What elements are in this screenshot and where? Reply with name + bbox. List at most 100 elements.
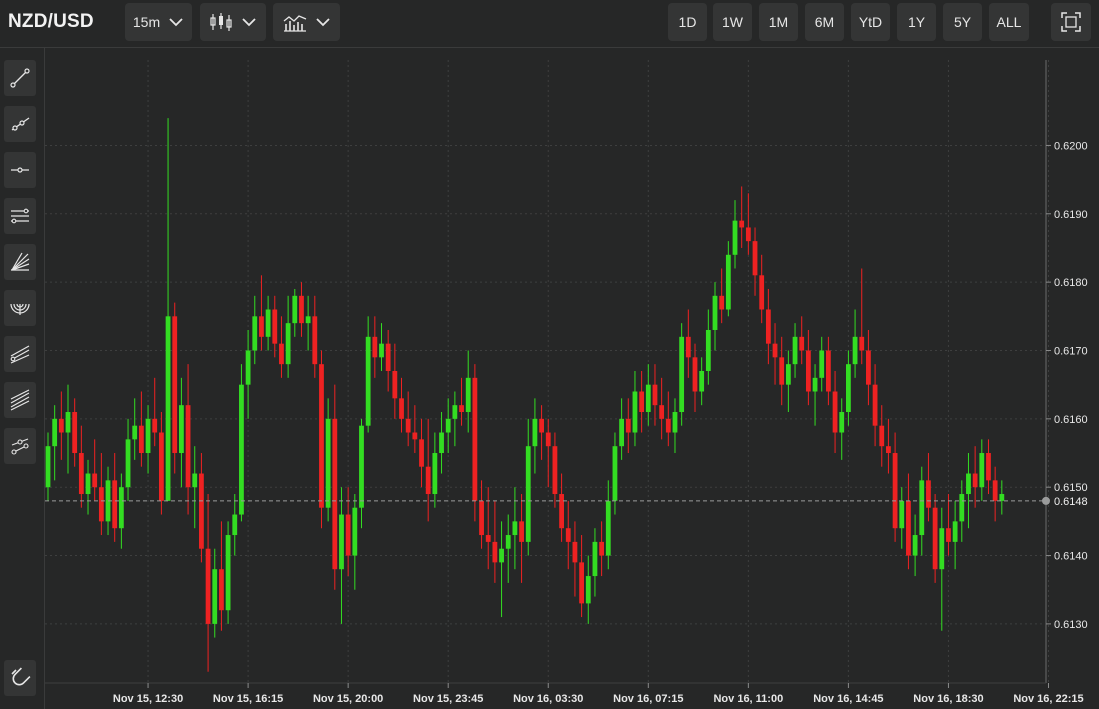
candle: [552, 432, 558, 508]
range-button-1m[interactable]: 1M: [759, 3, 798, 41]
candle-body: [892, 453, 898, 529]
range-button-5y[interactable]: 5Y: [943, 3, 982, 41]
candle-body: [92, 473, 98, 488]
candle-body: [285, 323, 291, 365]
candle-body: [692, 357, 698, 392]
candle: [505, 514, 511, 583]
candle: [759, 254, 765, 324]
candle: [652, 364, 658, 426]
tool-magnet[interactable]: [4, 660, 36, 696]
candle-body: [385, 343, 391, 371]
candle: [452, 391, 458, 447]
candle-body: [312, 316, 318, 365]
range-button-6m[interactable]: 6M: [805, 3, 844, 41]
candle-body: [479, 500, 484, 536]
candle-body: [419, 439, 424, 467]
candle-body: [572, 541, 578, 563]
candle: [492, 500, 498, 583]
candle-body: [959, 494, 965, 522]
candle-body: [785, 364, 791, 385]
candle: [619, 398, 625, 460]
candle: [739, 186, 745, 248]
candle: [259, 275, 264, 351]
fib-fan-icon: [11, 252, 30, 271]
candle-body: [45, 446, 51, 488]
tool-path[interactable]: [4, 428, 36, 464]
x-tick-label: Nov 16, 22:15: [1013, 693, 1083, 705]
x-tick-label: Nov 16, 18:30: [913, 693, 983, 705]
range-button-ytd[interactable]: YtD: [851, 3, 890, 41]
candle-body: [259, 316, 264, 337]
candle-body: [872, 384, 878, 426]
fullscreen-button[interactable]: [1051, 3, 1091, 41]
candle-body: [452, 405, 458, 419]
candle-body: [732, 220, 738, 255]
candle-body: [212, 569, 218, 624]
candle-body: [305, 316, 311, 324]
candle: [512, 487, 518, 570]
tool-fib-fan[interactable]: [4, 244, 36, 280]
candle: [939, 507, 945, 631]
candle: [799, 316, 805, 365]
candle: [812, 364, 818, 426]
tool-ray[interactable]: [4, 106, 36, 142]
candle-body: [792, 336, 798, 365]
range-button-all[interactable]: ALL: [989, 3, 1029, 41]
horizontal-line-icon: [11, 167, 29, 173]
candle-body: [265, 309, 271, 337]
price-chart[interactable]: 0.6148 0.61300.61400.61500.61600.61700.6…: [45, 48, 1099, 709]
candle-body: [65, 412, 71, 433]
candle: [78, 425, 84, 508]
candle: [158, 412, 164, 515]
candlestick-icon: [210, 13, 232, 31]
interval-dropdown[interactable]: 15m: [125, 3, 192, 41]
tool-fib-arc[interactable]: [4, 290, 36, 326]
range-button-1d[interactable]: 1D: [668, 3, 707, 41]
candle-body: [98, 487, 104, 522]
candle: [219, 521, 224, 631]
candle: [472, 364, 478, 522]
tool-horizontal-line[interactable]: [4, 152, 36, 188]
candle: [312, 295, 318, 378]
candle-body: [459, 405, 464, 413]
candle-body: [685, 336, 691, 358]
range-button-1y[interactable]: 1Y: [897, 3, 936, 41]
candle-body: [926, 480, 931, 508]
candle: [425, 418, 431, 522]
parallel-channel-icon: [11, 208, 29, 224]
y-tick-label: 0.6200: [1054, 140, 1088, 152]
candle-body: [559, 494, 564, 529]
tool-regression-channel[interactable]: [4, 382, 36, 418]
tool-parallel-channel[interactable]: [4, 198, 36, 234]
candle: [672, 398, 678, 454]
candle-body: [432, 453, 438, 495]
chart-type-dropdown[interactable]: [200, 3, 266, 41]
candle-body: [339, 514, 344, 570]
range-button-1w[interactable]: 1W: [713, 3, 752, 41]
candle-body: [966, 473, 971, 495]
last-price-label: 0.6148: [1054, 496, 1088, 508]
candle: [986, 439, 991, 495]
candle-body: [145, 418, 151, 454]
ray-icon: [11, 117, 30, 131]
symbol-title: NZD/USD: [8, 11, 94, 32]
candle-body: [639, 391, 645, 413]
tool-trend-line[interactable]: [4, 60, 36, 96]
x-tick-label: Nov 15, 16:15: [213, 693, 283, 705]
candle: [118, 473, 124, 549]
candle: [772, 323, 778, 385]
indicators-dropdown[interactable]: [273, 3, 340, 41]
candle: [725, 241, 731, 317]
candle-body: [219, 569, 224, 611]
candle-body: [866, 350, 871, 385]
candle: [639, 371, 645, 433]
candle-body: [492, 541, 498, 563]
candle-body: [445, 418, 451, 433]
candle-body: [52, 418, 58, 447]
candle: [632, 371, 638, 447]
candle: [379, 323, 384, 371]
tool-pitchfork[interactable]: [4, 336, 36, 372]
candle-body: [379, 343, 384, 358]
candle: [339, 487, 344, 624]
candle-body: [579, 562, 584, 604]
